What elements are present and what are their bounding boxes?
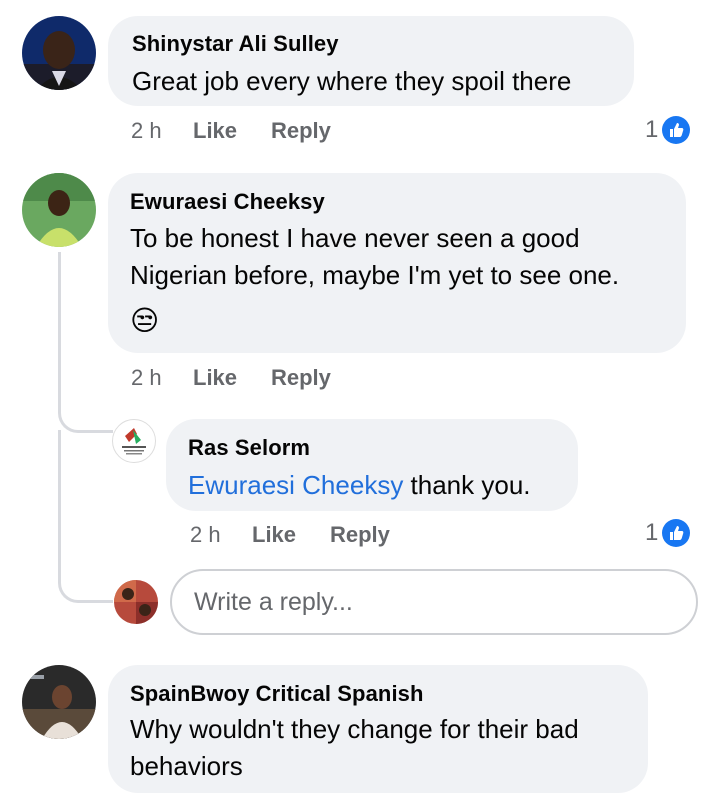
reply-input-placeholder: Write a reply... xyxy=(194,587,353,616)
comment-text-line: Why wouldn't they change for their bad xyxy=(130,714,579,744)
reply-author[interactable]: Ras Selorm xyxy=(188,435,310,461)
comment-author[interactable]: SpainBwoy Critical Spanish xyxy=(130,681,424,707)
reply-time-wrap: 2 h xyxy=(190,522,221,548)
reply-time[interactable]: 2 h xyxy=(190,522,221,547)
like-button-wrap: Like xyxy=(193,365,237,391)
reply-button[interactable]: Reply xyxy=(271,365,331,390)
thread-line xyxy=(58,252,113,433)
unamused-emoji: 😒 xyxy=(130,304,160,337)
comment-time-wrap: 2 h xyxy=(131,365,162,391)
avatar-ewuraesi-image xyxy=(22,173,96,247)
reply-bubble: Ras Selorm Ewuraesi Cheeksy thank you. xyxy=(166,419,578,511)
reply-text: Ewuraesi Cheeksy thank you. xyxy=(188,467,531,504)
avatar-shinystar[interactable] xyxy=(22,16,96,90)
reply-button[interactable]: Reply xyxy=(330,522,390,547)
comment-text-line: behaviors xyxy=(130,751,243,781)
avatar-spainbwoy-image xyxy=(22,665,96,739)
current-user-avatar xyxy=(114,580,158,624)
comment-author[interactable]: Shinystar Ali Sulley xyxy=(132,31,339,57)
reply-text-body: thank you. xyxy=(403,470,531,500)
like-count: 1 xyxy=(645,116,659,143)
reply-button-wrap: Reply xyxy=(271,118,331,144)
avatar-ras-selorm-image xyxy=(114,421,154,461)
comment-bubble: SpainBwoy Critical Spanish Why wouldn't … xyxy=(108,665,648,793)
comment-bubble: Shinystar Ali Sulley Great job every whe… xyxy=(108,16,634,106)
thread-line xyxy=(58,430,113,603)
comment-text-line: To be honest I have never seen a good xyxy=(130,223,580,253)
comment-text-line: Nigerian before, maybe I'm yet to see on… xyxy=(130,260,620,290)
comment-author[interactable]: Ewuraesi Cheeksy xyxy=(130,189,325,215)
thumbs-up-icon xyxy=(662,116,691,144)
reply-input[interactable]: Write a reply... xyxy=(170,569,698,635)
reply-reply-wrap: Reply xyxy=(330,522,390,548)
thumbs-up-icon xyxy=(662,519,691,547)
avatar-shinystar-image xyxy=(22,16,96,90)
like-count: 1 xyxy=(645,519,659,546)
current-user-avatar-image xyxy=(114,580,158,624)
like-button[interactable]: Like xyxy=(252,522,296,547)
comment-time[interactable]: 2 h xyxy=(131,365,162,390)
comment-text: Great job every where they spoil there xyxy=(132,66,572,96)
comment-bubble: Ewuraesi Cheeksy To be honest I have nev… xyxy=(108,173,686,353)
comment-time[interactable]: 2 h xyxy=(131,118,162,143)
like-button[interactable]: Like xyxy=(193,365,237,390)
avatar-ras-selorm[interactable] xyxy=(112,419,156,463)
like-button[interactable]: Like xyxy=(193,118,237,143)
avatar-spainbwoy[interactable] xyxy=(22,665,96,739)
reply-like-wrap: Like xyxy=(252,522,296,548)
comment-meta: 2 h xyxy=(131,118,162,144)
mention-link[interactable]: Ewuraesi Cheeksy xyxy=(188,470,403,500)
avatar-ewuraesi[interactable] xyxy=(22,173,96,247)
reply-button-wrap: Reply xyxy=(271,365,331,391)
like-button-wrap: Like xyxy=(193,118,237,144)
reaction-summary[interactable]: 1 xyxy=(645,116,691,144)
reaction-summary[interactable]: 1 xyxy=(645,519,691,547)
reply-button[interactable]: Reply xyxy=(271,118,331,143)
